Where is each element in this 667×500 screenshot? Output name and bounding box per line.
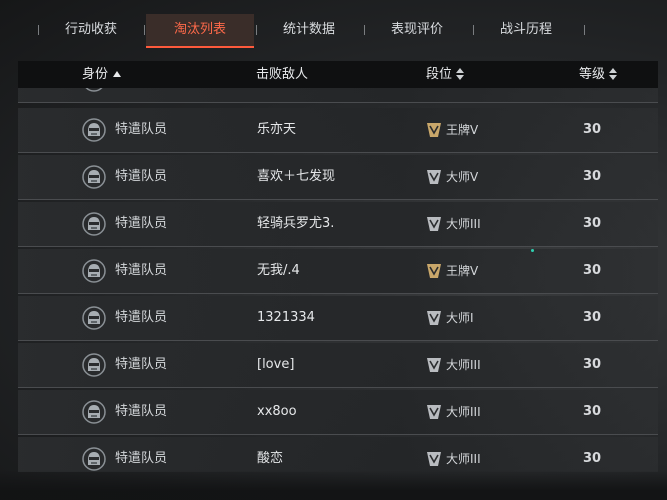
- master-rank-icon: [427, 405, 441, 419]
- defeated-player-name: 喜欢＋七发现: [257, 169, 336, 184]
- identity-cell: 特遣队员: [115, 310, 168, 325]
- operator-avatar-icon: [82, 212, 106, 236]
- table-row[interactable]: 特遣队员 喜欢＋七发现 大师V 30: [18, 155, 658, 200]
- sort-ascending-icon: [113, 70, 122, 77]
- table-header: 身份 击败敌人 段位 等级: [18, 61, 658, 88]
- defeated-player-name: 乐亦天: [257, 122, 297, 137]
- rank-cell: 大师III: [446, 358, 481, 372]
- tab-bar: 行动收获 淘汰列表 统计数据 表现评价 战斗历程: [0, 14, 667, 48]
- level-cell: 30: [583, 404, 602, 419]
- level-cell: 30: [583, 263, 602, 278]
- master-rank-icon: [427, 358, 441, 372]
- operator-avatar-icon: [82, 353, 106, 377]
- operator-avatar-icon: [82, 165, 106, 189]
- table-row[interactable]: 特遣队员 1321334 大师I 30: [18, 296, 658, 341]
- rank-cell: 王牌V: [446, 264, 479, 278]
- identity-cell: 特遣队员: [115, 357, 168, 372]
- column-defeated-label: 击败敌人: [256, 67, 309, 82]
- master-rank-icon: [427, 217, 441, 231]
- column-identity-label: 身份: [82, 67, 109, 82]
- rank-cell: 大师I: [446, 311, 474, 325]
- operator-avatar-icon: [85, 88, 103, 92]
- level-cell: 30: [583, 169, 602, 184]
- defeated-player-name: 1321334: [257, 310, 315, 325]
- rank-cell: 大师III: [446, 405, 481, 419]
- tab-elimination-list[interactable]: 淘汰列表: [146, 14, 254, 48]
- rank-cell: 大师III: [446, 452, 481, 466]
- tab-battle-history[interactable]: 战斗历程: [483, 14, 569, 46]
- operator-avatar-icon: [82, 259, 106, 283]
- defeated-player-name: xx8oo: [257, 404, 297, 419]
- identity-cell: 特遣队员: [115, 216, 168, 231]
- tab-performance[interactable]: 表现评价: [374, 14, 460, 46]
- ace-rank-icon: [427, 264, 441, 278]
- defeated-player-name: 酸恋: [257, 451, 284, 466]
- column-rank[interactable]: 段位: [426, 61, 465, 88]
- rank-cell: 王牌V: [446, 123, 479, 137]
- tab-action-gains[interactable]: 行动收获: [48, 14, 134, 46]
- master-rank-icon: [427, 311, 441, 325]
- column-level-label: 等级: [579, 67, 606, 82]
- identity-cell: 特遣队员: [115, 263, 168, 278]
- tab-divider: [38, 25, 39, 35]
- rank-cell: 大师III: [446, 217, 481, 231]
- identity-cell: 特遣队员: [115, 404, 168, 419]
- operator-avatar-icon: [82, 447, 106, 471]
- operator-avatar-icon: [82, 118, 106, 142]
- operator-avatar-icon: [82, 306, 106, 330]
- list-fade-overlay: [0, 470, 667, 500]
- tab-divider: [584, 25, 585, 35]
- table-row[interactable]: 特遣队员 无我/.4 王牌V 30: [18, 249, 658, 294]
- table-row[interactable]: 特遣队员 轻骑兵罗尤3. 大师III 30: [18, 202, 658, 247]
- column-rank-label: 段位: [426, 67, 453, 82]
- level-cell: 30: [583, 122, 602, 137]
- column-defeated: 击败敌人: [256, 61, 308, 88]
- column-level[interactable]: 等级: [579, 61, 618, 88]
- table-row[interactable]: 特遣队员 乐亦天 王牌V 30: [18, 108, 658, 153]
- defeated-player-name: [love]: [257, 357, 295, 372]
- sort-icon: [456, 67, 465, 81]
- indicator-dot: [531, 249, 534, 252]
- table-row[interactable]: [18, 88, 658, 103]
- tab-divider: [473, 25, 474, 35]
- identity-cell: 特遣队员: [115, 122, 168, 137]
- master-rank-icon: [427, 452, 441, 466]
- elimination-list[interactable]: 特遣队员 乐亦天 王牌V 30 特遣队员 喜欢＋七发现 大师V 30 特遣队员 …: [18, 88, 658, 472]
- column-identity[interactable]: 身份: [82, 61, 122, 88]
- tab-divider: [144, 25, 145, 35]
- tab-divider: [256, 25, 257, 35]
- tab-divider: [364, 25, 365, 35]
- table-row[interactable]: 特遣队员 [love] 大师III 30: [18, 343, 658, 388]
- operator-avatar-icon: [82, 400, 106, 424]
- table-row[interactable]: 特遣队员 xx8oo 大师III 30: [18, 390, 658, 435]
- master-rank-icon: [427, 170, 441, 184]
- defeated-player-name: 轻骑兵罗尤3.: [257, 216, 335, 231]
- rank-cell: 大师V: [446, 170, 479, 184]
- tab-statistics[interactable]: 统计数据: [266, 14, 352, 46]
- level-cell: 30: [583, 451, 602, 466]
- identity-cell: 特遣队员: [115, 451, 168, 466]
- table-row[interactable]: 特遣队员 酸恋 大师III 30: [18, 437, 658, 472]
- level-cell: 30: [583, 310, 602, 325]
- level-cell: 30: [583, 357, 602, 372]
- defeated-player-name: 无我/.4: [257, 263, 300, 278]
- ace-rank-icon: [427, 123, 441, 137]
- identity-cell: 特遣队员: [115, 169, 168, 184]
- sort-icon: [609, 67, 618, 81]
- level-cell: 30: [583, 216, 602, 231]
